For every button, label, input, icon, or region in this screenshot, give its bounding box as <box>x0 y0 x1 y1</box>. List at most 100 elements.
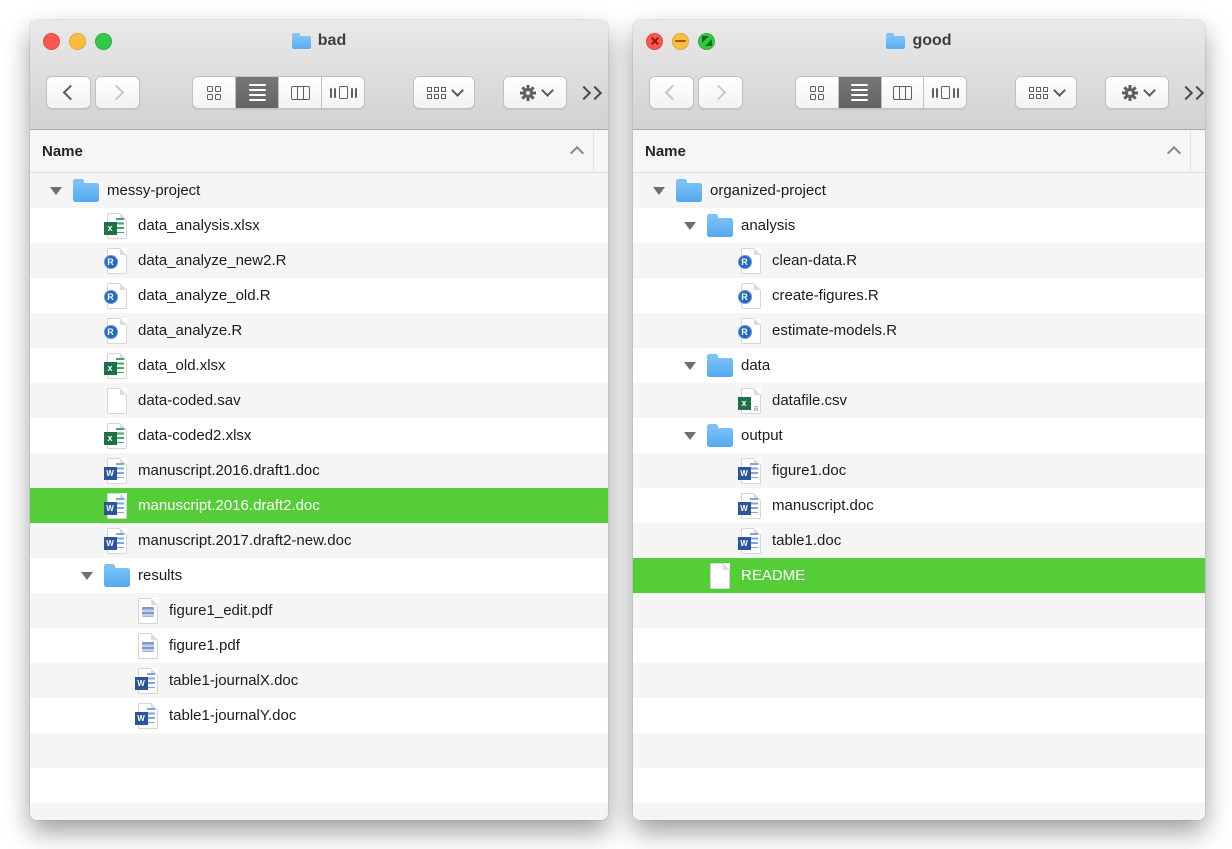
file-row[interactable]: figure1.doc <box>633 453 1205 488</box>
file-row[interactable]: manuscript.2016.draft2.doc <box>30 488 608 523</box>
file-row[interactable]: data_analyze_old.R <box>30 278 608 313</box>
disclosure-triangle-icon[interactable] <box>50 187 62 195</box>
indent-spacer <box>643 435 674 436</box>
file-row[interactable]: data_analysis.xlsx <box>30 208 608 243</box>
file-name-label: README <box>741 567 805 584</box>
group-by-button[interactable] <box>413 76 475 109</box>
folder-icon <box>675 180 702 202</box>
file-row[interactable]: manuscript.doc <box>633 488 1205 523</box>
folder-row[interactable]: results <box>30 558 608 593</box>
file-row[interactable]: datafile.csv <box>633 383 1205 418</box>
file-name-label: manuscript.2017.draft2-new.doc <box>138 532 351 549</box>
pdf-file-icon <box>134 598 161 624</box>
disclosure-slot <box>40 187 72 195</box>
file-row[interactable]: data-coded.sav <box>30 383 608 418</box>
coverflow-view-button[interactable] <box>924 77 966 108</box>
disclosure-triangle-icon[interactable] <box>684 432 696 440</box>
disclosure-slot <box>71 572 103 580</box>
window-chrome: bad <box>30 20 608 130</box>
indent-spacer <box>40 435 71 436</box>
r-script-file-icon <box>737 283 764 309</box>
zoom-button[interactable] <box>698 33 715 50</box>
column-divider[interactable] <box>1190 130 1191 172</box>
file-row[interactable]: data_analyze_new2.R <box>30 243 608 278</box>
indent-spacer <box>643 400 705 401</box>
indent-spacer <box>40 365 71 366</box>
coverflow-view-button[interactable] <box>322 77 364 108</box>
file-row[interactable]: manuscript.2017.draft2-new.doc <box>30 523 608 558</box>
zoom-button[interactable] <box>95 33 112 50</box>
sort-ascending-icon <box>1167 146 1181 160</box>
folder-icon <box>103 565 130 587</box>
file-row[interactable]: figure1_edit.pdf <box>30 593 608 628</box>
file-row[interactable]: estimate-models.R <box>633 313 1205 348</box>
folder-proxy-icon <box>886 36 905 49</box>
file-name-label: figure1_edit.pdf <box>169 602 272 619</box>
indent-spacer <box>643 575 674 576</box>
close-button[interactable] <box>43 33 60 50</box>
file-row[interactable]: table1.doc <box>633 523 1205 558</box>
word-file-icon <box>103 493 130 519</box>
name-column-header[interactable]: Name <box>633 130 1205 173</box>
folder-row[interactable]: data <box>633 348 1205 383</box>
toolbar-overflow-button[interactable] <box>1181 88 1205 98</box>
file-name-label: manuscript.2016.draft2.doc <box>138 497 320 514</box>
folder-row[interactable]: analysis <box>633 208 1205 243</box>
action-menu-button[interactable] <box>1105 76 1169 109</box>
action-menu-button[interactable] <box>503 76 567 109</box>
back-button[interactable] <box>46 76 91 109</box>
grid-view-icon <box>207 86 221 100</box>
folder-row[interactable]: output <box>633 418 1205 453</box>
file-row[interactable]: data_old.xlsx <box>30 348 608 383</box>
chevron-down-icon <box>451 84 464 97</box>
folder-icon <box>72 180 99 202</box>
group-by-button[interactable] <box>1015 76 1077 109</box>
forward-button[interactable] <box>95 76 140 109</box>
file-name-label: data_analyze_old.R <box>138 287 271 304</box>
titlebar[interactable]: good <box>633 20 1205 62</box>
file-row[interactable]: data-coded2.xlsx <box>30 418 608 453</box>
minimize-button[interactable] <box>69 33 86 50</box>
file-row[interactable]: manuscript.2016.draft1.doc <box>30 453 608 488</box>
disclosure-triangle-icon[interactable] <box>684 362 696 370</box>
back-button[interactable] <box>649 76 694 109</box>
forward-button[interactable] <box>698 76 743 109</box>
file-name-label: output <box>741 427 783 444</box>
csv-file-icon <box>737 388 764 414</box>
list-view-button[interactable] <box>839 77 882 108</box>
disclosure-triangle-icon[interactable] <box>684 222 696 230</box>
file-row[interactable]: table1-journalX.doc <box>30 663 608 698</box>
file-row[interactable]: create-figures.R <box>633 278 1205 313</box>
back-chevron-icon <box>62 85 78 101</box>
word-file-icon <box>134 703 161 729</box>
folder-icon <box>706 215 733 237</box>
file-row[interactable]: figure1.pdf <box>30 628 608 663</box>
titlebar[interactable]: bad <box>30 20 608 62</box>
icon-view-button[interactable] <box>796 77 839 108</box>
column-divider[interactable] <box>593 130 594 172</box>
file-row[interactable]: README <box>633 558 1205 593</box>
file-name-label: data_analysis.xlsx <box>138 217 260 234</box>
icon-view-button[interactable] <box>193 77 236 108</box>
file-name-label: table1-journalY.doc <box>169 707 296 724</box>
name-column-header[interactable]: Name <box>30 130 608 173</box>
file-row[interactable]: table1-journalY.doc <box>30 698 608 733</box>
blank-document-icon <box>103 388 130 414</box>
folder-row[interactable]: organized-project <box>633 173 1205 208</box>
column-view-button[interactable] <box>279 77 322 108</box>
r-script-file-icon <box>737 318 764 344</box>
toolbar-overflow-button[interactable] <box>579 88 603 98</box>
list-view-button[interactable] <box>236 77 279 108</box>
close-button[interactable] <box>646 33 663 50</box>
word-file-icon <box>103 528 130 554</box>
disclosure-triangle-icon[interactable] <box>81 572 93 580</box>
window-title-block: bad <box>292 32 346 50</box>
r-script-file-icon <box>103 318 130 344</box>
file-row[interactable]: clean-data.R <box>633 243 1205 278</box>
disclosure-triangle-icon[interactable] <box>653 187 665 195</box>
column-view-button[interactable] <box>882 77 925 108</box>
minimize-button[interactable] <box>672 33 689 50</box>
column-view-icon <box>893 86 912 100</box>
file-row[interactable]: data_analyze.R <box>30 313 608 348</box>
folder-row[interactable]: messy-project <box>30 173 608 208</box>
